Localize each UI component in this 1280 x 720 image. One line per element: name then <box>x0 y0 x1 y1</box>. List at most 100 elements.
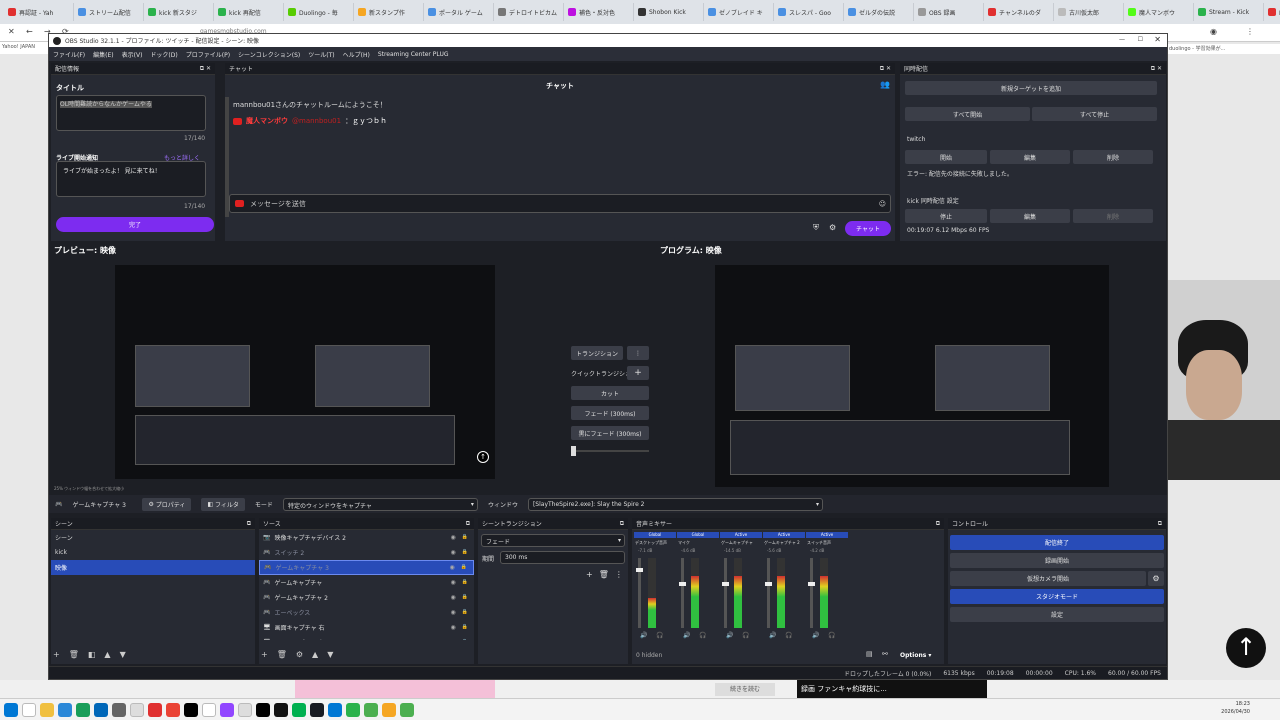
scene-item[interactable]: kick <box>51 545 255 560</box>
add-target-button[interactable]: 新規ターゲットを追加 <box>905 81 1157 95</box>
options-button[interactable]: Options ▾ <box>900 652 931 659</box>
taskbar-app-icon[interactable] <box>148 702 162 717</box>
lock-icon[interactable]: 🔒 <box>462 549 468 556</box>
fader-handle[interactable] <box>765 582 772 586</box>
done-button[interactable]: 完了 <box>56 217 214 232</box>
lock-icon[interactable]: 🔒 <box>461 564 467 571</box>
browser-tab[interactable]: ポータル ゲーム <box>424 3 494 21</box>
channel-name[interactable]: デスクトップ音声 <box>635 540 676 546</box>
trash-icon[interactable]: 🗑 <box>599 570 609 579</box>
notify-input[interactable]: ライブが始まったよ！ 見に来てね！ <box>56 161 206 197</box>
taskbar-app-icon[interactable] <box>310 702 324 717</box>
filters-button[interactable]: ◧ フィルタ <box>201 497 245 511</box>
taskbar-app-icon[interactable] <box>40 702 54 717</box>
system-clock[interactable]: 18:23 2026/04/30 <box>1221 700 1250 716</box>
headphones-icon[interactable]: 🎧 <box>828 632 835 639</box>
fader-handle[interactable] <box>679 582 686 586</box>
channel-name[interactable]: ゲームキャプチャ <box>721 540 762 546</box>
emoji-icon[interactable]: ☺ <box>879 200 886 208</box>
virtual-cam-button[interactable]: 仮想カメラ開始 <box>950 571 1146 586</box>
trash-icon[interactable]: 🗑 <box>277 650 287 659</box>
browser-tab[interactable]: kick 再配信 <box>214 3 284 21</box>
browser-tab[interactable]: デトロイトビカム <box>494 3 564 21</box>
stop-all-button[interactable]: すべて停止 <box>1032 107 1157 121</box>
lock-icon[interactable]: 🔒 <box>462 609 468 616</box>
maximize-icon[interactable]: ☐ <box>1138 36 1143 43</box>
taskbar-app-icon[interactable] <box>76 702 90 717</box>
taskbar-app-icon[interactable] <box>382 702 396 717</box>
menu-item[interactable]: ファイル(F) <box>53 50 85 59</box>
up-arrow-icon[interactable]: ↑ <box>477 451 489 463</box>
source-item[interactable]: 🖥 画面キャプチャ 右 ◉ 🔒 <box>259 620 474 635</box>
gear-icon[interactable]: ⚙ <box>296 650 303 659</box>
browser-tab[interactable]: チャンネルのダ <box>984 3 1054 21</box>
link-icon[interactable]: ⚯ <box>882 650 888 658</box>
channel-name[interactable]: ゲームキャプチャ 2 <box>764 540 805 546</box>
eye-icon[interactable]: ◉ <box>451 624 456 631</box>
bookmark-right[interactable]: duolingo - 学習効果が... <box>1168 44 1280 54</box>
close-icon[interactable]: ✕ <box>8 27 15 36</box>
browser-tab[interactable]: Duolingo - 毎 <box>284 3 354 21</box>
speaker-icon[interactable]: 🔊 <box>769 632 776 639</box>
move-down-icon[interactable]: ▼ <box>327 650 333 659</box>
lock-icon[interactable]: 🔒 <box>462 639 468 640</box>
volume-fader[interactable] <box>636 558 643 628</box>
source-item[interactable]: 🎮 エーペックス ◉ 🔒 <box>259 605 474 620</box>
transition-button[interactable]: トランジション <box>571 346 623 360</box>
twitch-delete-button[interactable]: 削除 <box>1073 150 1153 164</box>
source-item[interactable]: 📷 映像キャプチャデバイス 2 ◉ 🔒 <box>259 530 474 545</box>
scroll-top-icon[interactable]: ↑ <box>1226 628 1266 668</box>
scene-item[interactable]: シーン <box>51 530 255 545</box>
browser-tab[interactable]: Stream - Kick <box>1194 3 1264 21</box>
fade-button[interactable]: フェード (300ms) <box>571 406 649 420</box>
browser-tab[interactable]: 補色・反対色 <box>564 3 634 21</box>
trash-icon[interactable]: 🗑 <box>69 650 79 659</box>
properties-button[interactable]: ⚙ プロパティ <box>142 497 192 511</box>
tbar-handle[interactable] <box>571 446 576 456</box>
lock-icon[interactable]: 🔒 <box>462 624 468 631</box>
headphones-icon[interactable]: 🎧 <box>699 632 706 639</box>
transition-menu-icon[interactable]: ⋮ <box>627 346 649 360</box>
taskbar-app-icon[interactable] <box>256 702 270 717</box>
speaker-icon[interactable]: 🔊 <box>812 632 819 639</box>
headphones-icon[interactable]: 🎧 <box>785 632 792 639</box>
volume-fader[interactable] <box>808 558 815 628</box>
browser-tab[interactable]: ゼルダの伝説 <box>844 3 914 21</box>
title-input[interactable]: OL時間難読からなんかゲームやる <box>56 95 206 131</box>
eye-icon[interactable]: ◉ <box>450 564 455 571</box>
menu-item[interactable]: ヘルプ(H) <box>343 50 370 59</box>
taskbar-app-icon[interactable] <box>4 702 18 717</box>
black-fade-button[interactable]: 黒にフェード (300ms) <box>571 426 649 440</box>
transition-type-select[interactable]: フェード ▾ <box>481 534 625 547</box>
kick-delete-button[interactable]: 削除 <box>1073 209 1153 223</box>
fader-handle[interactable] <box>722 582 729 586</box>
menu-item[interactable]: ドック(D) <box>150 50 177 59</box>
menu-item[interactable]: 表示(V) <box>122 50 143 59</box>
menu-item[interactable]: シーンコレクション(S) <box>238 50 300 59</box>
move-up-icon[interactable]: ▲ <box>312 650 318 659</box>
back-icon[interactable]: ← <box>26 27 33 36</box>
profile-icon[interactable]: ◉ <box>1210 27 1217 36</box>
browser-tab[interactable]: ゼノブレイド キ <box>704 3 774 21</box>
start-record-button[interactable]: 録画開始 <box>950 553 1164 568</box>
chat-user[interactable]: 魔人マンボウ <box>246 116 288 126</box>
volume-fader[interactable] <box>765 558 772 628</box>
mode-select[interactable]: 特定のウィンドウをキャプチャ ▾ <box>282 497 478 511</box>
preview-screen[interactable]: ↑ <box>115 265 495 479</box>
taskbar-app-icon[interactable] <box>238 702 252 717</box>
volume-fader[interactable] <box>679 558 686 628</box>
browser-tab[interactable]: Shobon Kick <box>634 3 704 21</box>
scene-item[interactable]: 映像 <box>51 560 255 575</box>
add-icon[interactable]: + <box>586 570 593 579</box>
filter-icon[interactable]: ◧ <box>88 650 96 659</box>
menu-item[interactable]: Streaming Center PLUG <box>378 51 449 58</box>
lock-icon[interactable]: 🔒 <box>462 594 468 601</box>
taskbar-app-icon[interactable] <box>22 702 36 717</box>
move-up-icon[interactable]: ▲ <box>104 650 110 659</box>
browser-tab[interactable]: 魔人マンボウ <box>1124 3 1194 21</box>
dock-float-icon[interactable]: ⧉ <box>466 520 470 528</box>
taskbar-app-icon[interactable] <box>328 702 342 717</box>
chat-input[interactable]: メッセージを送信 ☺ <box>229 194 891 213</box>
speaker-icon[interactable]: 🔊 <box>640 632 647 639</box>
browser-tab[interactable]: OBS 録画 <box>914 3 984 21</box>
